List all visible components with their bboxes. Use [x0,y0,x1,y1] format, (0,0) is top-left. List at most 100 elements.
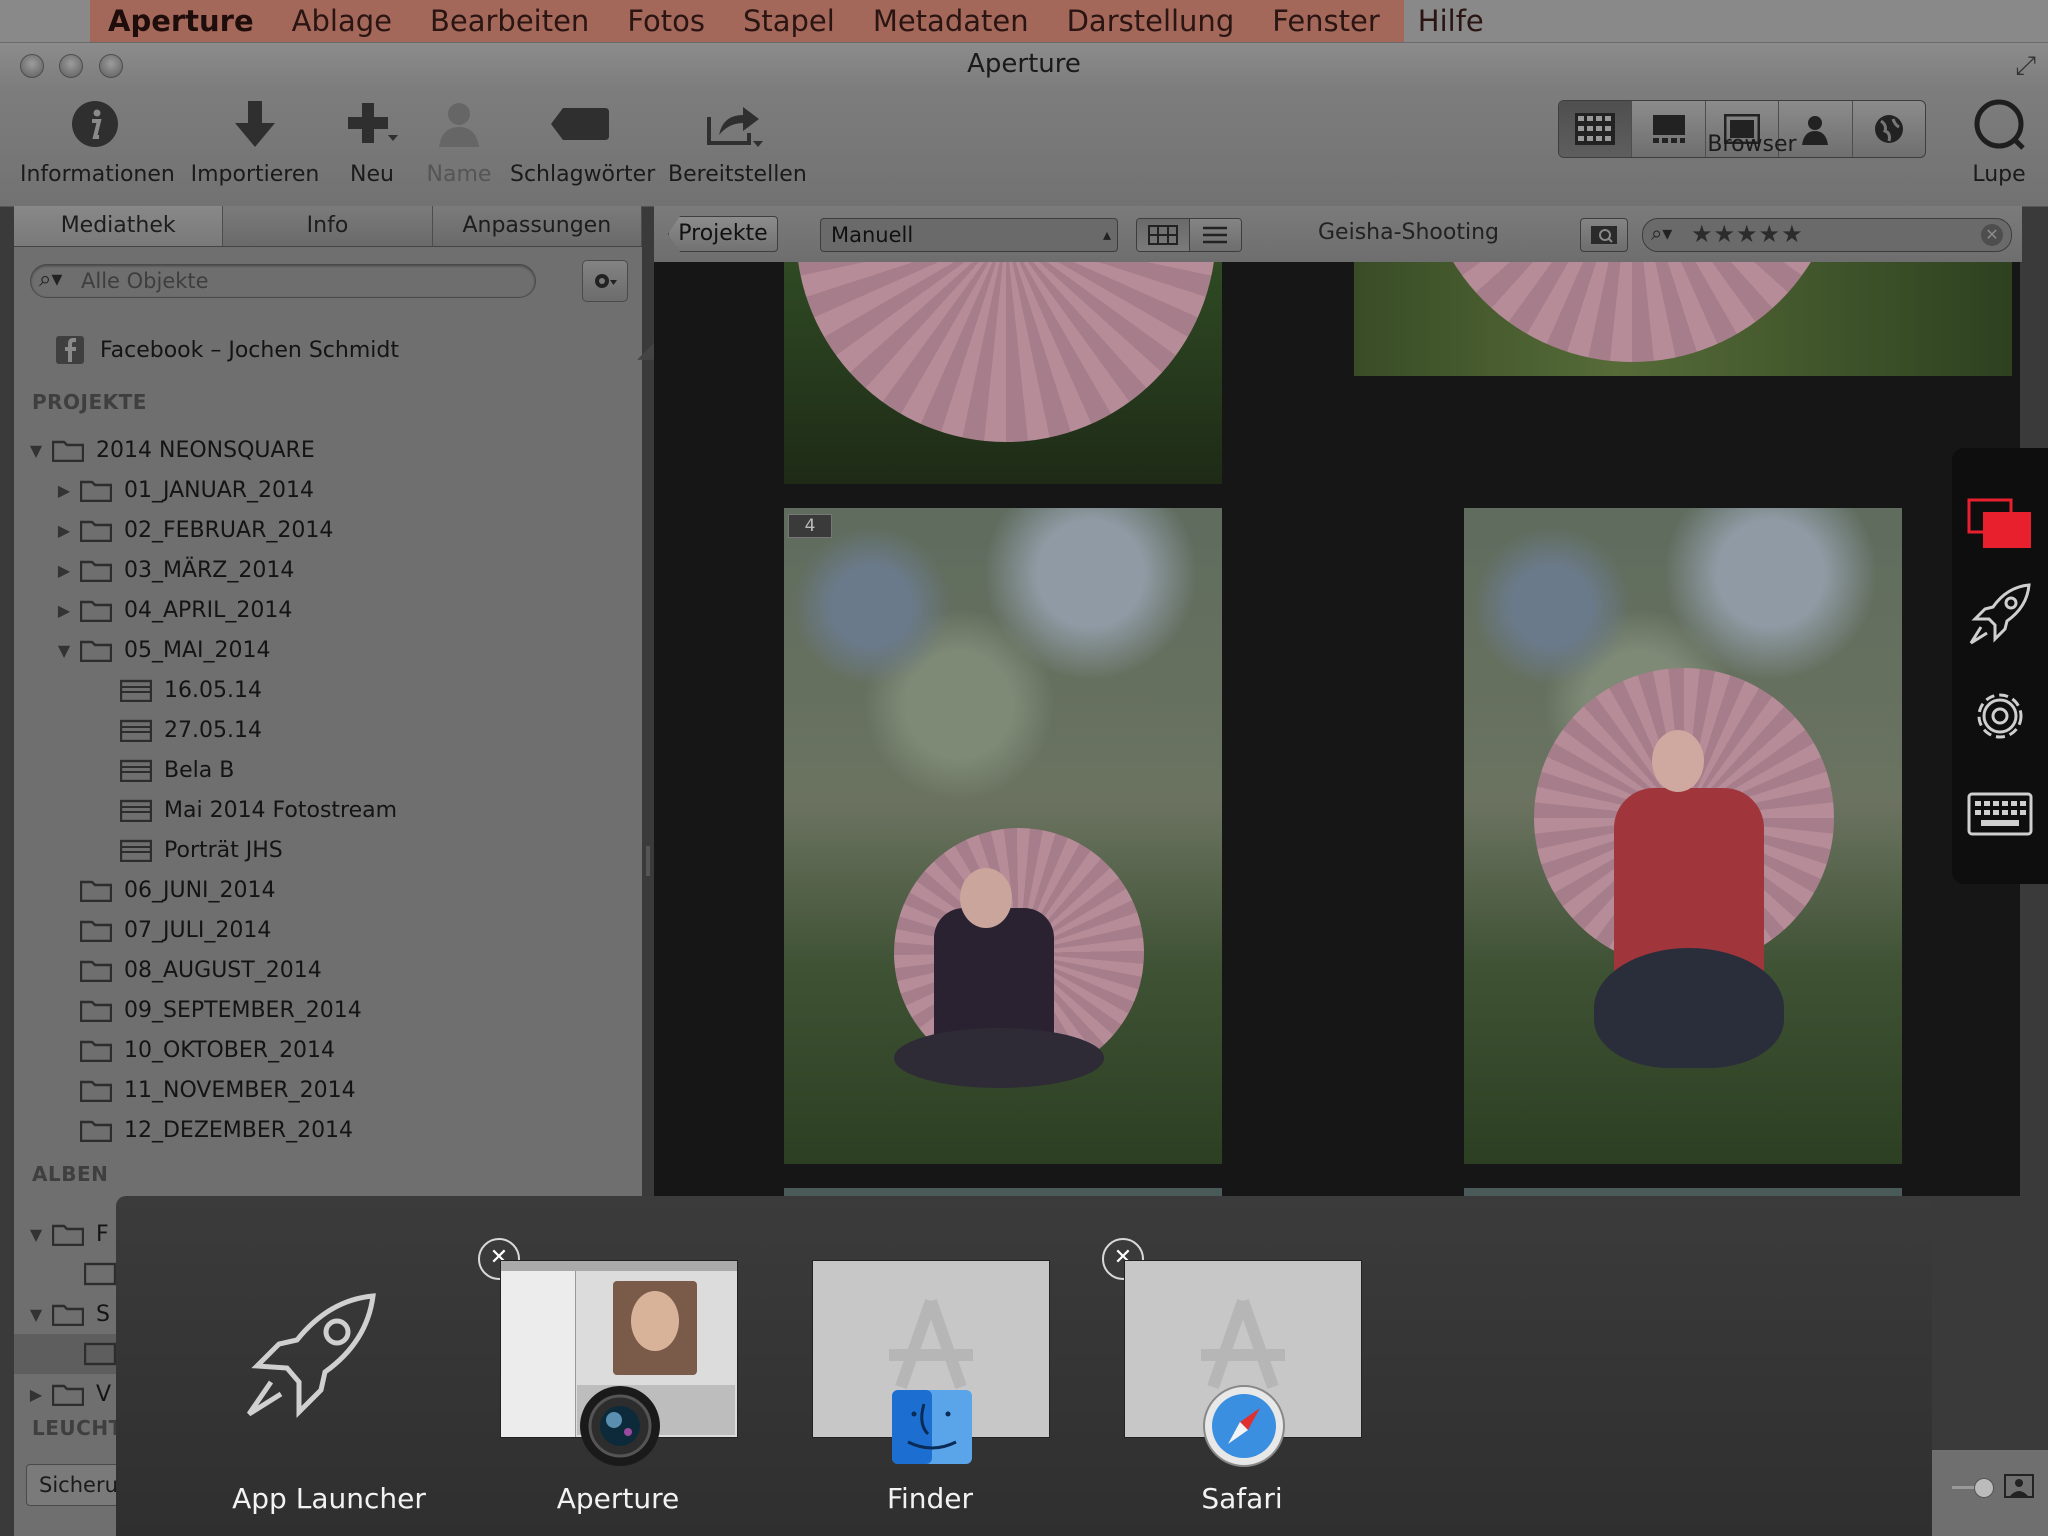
tree-item-label: 2014 NEONSQUARE [96,437,315,463]
folder-icon [52,1224,84,1246]
menu-stapel[interactable]: Stapel [724,4,854,38]
tab-mediathek[interactable]: Mediathek [14,206,224,246]
folder-icon [80,1120,112,1142]
rating-stars: ★★★★★ [1691,220,1804,248]
neu-button[interactable]: Neu [342,98,402,187]
library-search-input[interactable] [79,266,523,296]
name-button[interactable]: Name [424,98,494,187]
import-arrow-icon [235,101,275,147]
project-folder-month[interactable]: 07_JULI_2014 [14,910,684,950]
project-folder-month[interactable]: 10_OKTOBER_2014 [14,1030,684,1070]
slider-knob[interactable] [1974,1478,1994,1498]
informationen-button[interactable]: Informationen [20,98,175,187]
disclosure-right-icon[interactable]: ▶ [56,521,72,540]
photo-thumbnail-partial[interactable] [1464,1188,1902,1196]
project-folder-month[interactable]: ▶ 04_APRIL_2014 [14,590,684,630]
browser-label: Browser [1707,132,1797,157]
project-folder-month[interactable]: 06_JUNI_2014 [14,870,684,910]
project-icon [120,839,152,862]
menu-metadaten[interactable]: Metadaten [854,4,1048,38]
tree-item-label: 27.05.14 [164,717,262,743]
plus-icon [348,103,398,143]
project-folder-month[interactable]: 08_AUGUST_2014 [14,950,684,990]
keyboard-button[interactable] [1964,778,2036,850]
splitter-handle[interactable] [646,846,650,876]
action-menu-button[interactable] [582,260,628,302]
project-item[interactable]: Bela B185 [14,750,740,790]
disclosure-right-icon[interactable]: ▶ [56,601,72,620]
aperture-app-icon [578,1384,662,1468]
grid-layout-button[interactable] [1137,219,1190,251]
project-folder-month[interactable]: 11_NOVEMBER_2014 [14,1070,684,1110]
disclosure-down-icon[interactable]: ▼ [28,441,44,460]
grid-icon [1147,225,1178,245]
rating-filter-field[interactable]: ⌕▾ ★★★★★ ✕ [1642,218,2012,252]
window-title: Aperture [967,49,1081,79]
menu-bearbeiten[interactable]: Bearbeiten [411,4,608,38]
project-item[interactable]: 27.05.14115 [14,710,740,750]
project-folder-month[interactable]: 12_DEZEMBER_2014 [14,1110,684,1150]
photo-browser: 4 [654,262,2020,1196]
fullscreen-icon[interactable]: ⤢ [2015,51,2036,82]
importieren-button[interactable]: Importieren [190,98,320,187]
tab-anpassungen[interactable]: Anpassungen [432,206,642,246]
menu-ablage[interactable]: Ablage [273,4,411,38]
tree-item-label: 05_MAI_2014 [124,637,271,663]
schlagwoerter-button[interactable]: Schlagwörter [510,98,655,187]
tree-item-label: 12_DEZEMBER_2014 [124,1117,354,1143]
project-folder-month[interactable]: ▼ 05_MAI_2014 [14,630,684,670]
tree-item-label: 03_MÄRZ_2014 [124,557,295,583]
menu-app-aperture[interactable]: Aperture [90,4,273,38]
menu-fotos[interactable]: Fotos [608,4,724,38]
project-folder-month[interactable]: 09_SEPTEMBER_2014 [14,990,684,1030]
app-card-label: Finder [886,1482,974,1515]
library-search-field[interactable]: ⌕▾ [30,264,536,298]
project-item[interactable]: Porträt JHS42 [14,830,740,870]
photo-thumbnail[interactable] [1464,508,1902,1164]
photo-thumbnail-partial[interactable] [784,1188,1222,1196]
menu-fenster[interactable]: Fenster [1253,4,1399,38]
view-places-button[interactable] [1853,101,1925,157]
folder-icon [52,1304,84,1326]
project-folder-root[interactable]: ▼ 2014 NEONSQUARE [14,430,656,470]
photo-thumbnail[interactable] [1354,262,2012,376]
disclosure-down-icon[interactable]: ▼ [56,641,72,660]
keyboard-icon [1967,792,2033,836]
photo-thumbnail[interactable] [784,262,1222,484]
photo-thumbnail-selected[interactable]: 4 [784,508,1222,1164]
list-layout-button[interactable] [1189,219,1241,251]
lupe-button[interactable]: Lupe [1962,98,2036,187]
tab-info[interactable]: Info [223,206,433,246]
app-store-placeholder-icon [889,1299,973,1389]
settings-button[interactable] [1964,680,2036,752]
folder-icon [80,1000,112,1022]
neu-label: Neu [350,162,394,187]
tree-item-label: Porträt JHS [164,837,283,863]
view-grid-button[interactable] [1559,101,1633,157]
menu-hilfe[interactable]: Hilfe [1399,4,1503,38]
disclosure-right-icon[interactable]: ▶ [56,481,72,500]
menu-darstellung[interactable]: Darstellung [1048,4,1254,38]
light-table-heading: LEUCHT [32,1416,123,1440]
informationen-label: Informationen [20,162,175,187]
clear-filter-icon[interactable]: ✕ [1981,224,2003,246]
project-folder-month[interactable]: ▶ 01_JANUAR_2014 [14,470,684,510]
sort-select[interactable]: Manuell ▴▾ [820,218,1118,276]
project-item[interactable]: Mai 2014 Fotostream107 [14,790,740,830]
project-folder-month[interactable]: ▶ 02_FEBRUAR_2014 [14,510,684,550]
launcher-button[interactable] [1964,578,2036,650]
project-item[interactable]: 16.05.1449 [14,670,740,710]
project-folder-month[interactable]: ▶ 03_MÄRZ_2014 [14,550,684,590]
sidebar-item-facebook[interactable]: Facebook – Jochen Schmidt ◢ [14,330,684,370]
folder-icon [80,600,112,622]
sort-value: Manuell [831,223,914,247]
quick-preview-button[interactable] [1580,218,1628,252]
tree-item-label: Mai 2014 Fotostream [164,797,398,823]
projekte-back-button[interactable]: Projekte [668,216,778,252]
album-icon [84,1262,116,1286]
switcher-toggle-button[interactable] [1964,488,2036,560]
folder-icon [80,480,112,502]
disclosure-right-icon[interactable]: ▶ [56,561,72,580]
browser-header: Projekte Manuell ▴▾ Geisha-Shooting ⌕▾ ★… [654,206,2022,276]
bereitstellen-button[interactable]: Bereitstellen [668,98,807,187]
